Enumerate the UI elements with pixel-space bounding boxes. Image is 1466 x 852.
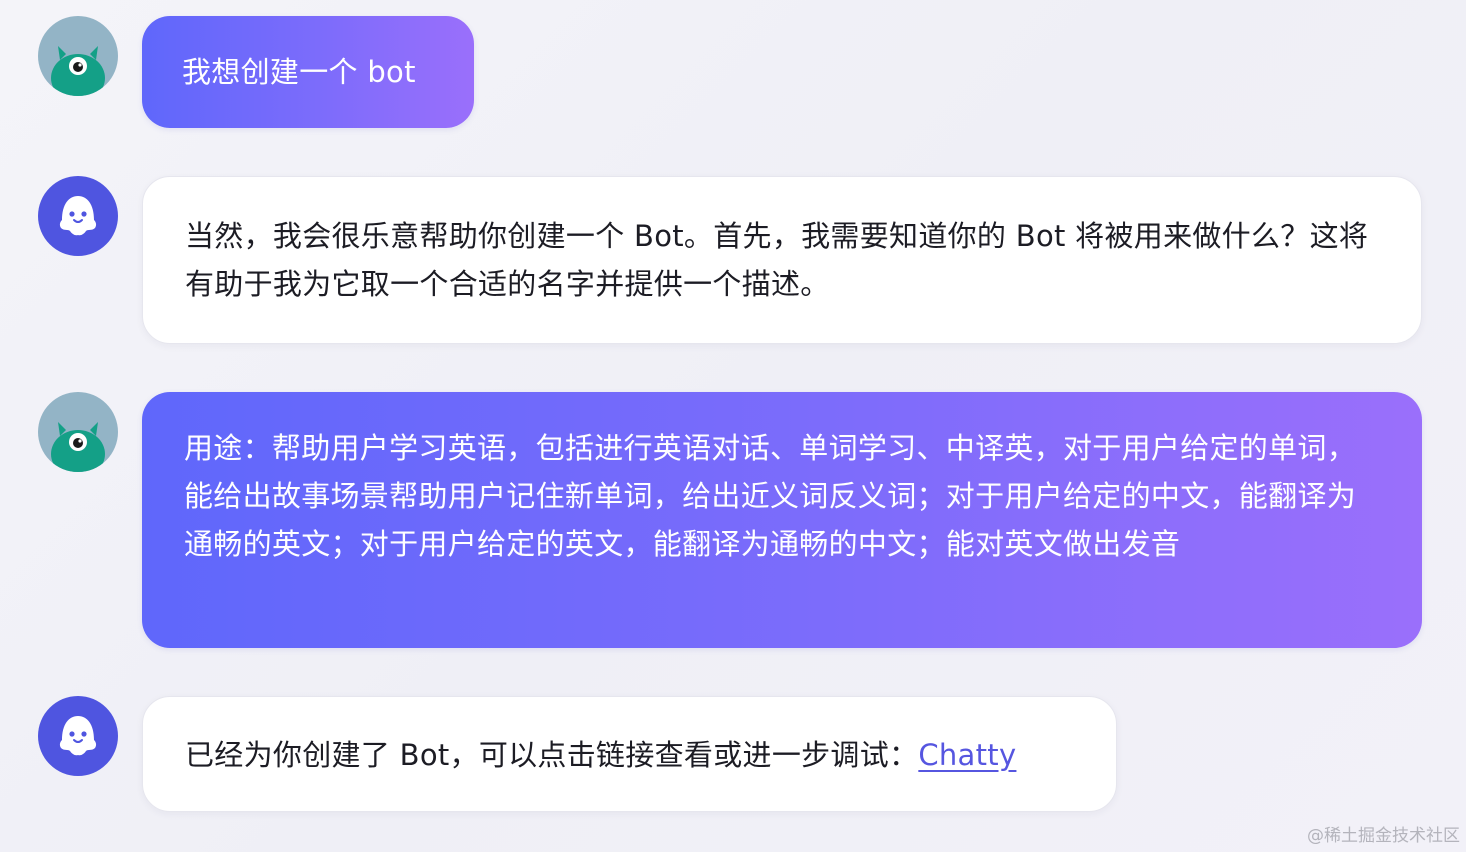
message-text: 当然，我会很乐意帮助你创建一个 Bot。首先，我需要知道你的 Bot 将被用来做…: [185, 219, 1369, 301]
monster-icon: [38, 16, 118, 96]
user-avatar[interactable]: [38, 16, 118, 96]
message-text: 我想创建一个 bot: [182, 55, 416, 89]
message-text: 用途：帮助用户学习英语，包括进行英语对话、单词学习、中译英，对于用户给定的单词，…: [184, 431, 1357, 561]
bot-avatar[interactable]: [38, 696, 118, 776]
watermark: @稀土掘金技术社区: [1307, 826, 1460, 846]
ghost-icon: [38, 176, 118, 256]
bot-avatar[interactable]: [38, 176, 118, 256]
user-message-bubble: 用途：帮助用户学习英语，包括进行英语对话、单词学习、中译英，对于用户给定的单词，…: [142, 392, 1422, 648]
message-text: 已经为你创建了 Bot，可以点击链接查看或进一步调试：: [185, 738, 919, 772]
user-message-bubble: 我想创建一个 bot: [142, 16, 474, 128]
assistant-message-bubble: 当然，我会很乐意帮助你创建一个 Bot。首先，我需要知道你的 Bot 将被用来做…: [142, 176, 1422, 344]
chatty-bot-link[interactable]: Chatty: [918, 738, 1016, 772]
monster-icon: [38, 392, 118, 472]
user-avatar[interactable]: [38, 392, 118, 472]
assistant-message-bubble: 已经为你创建了 Bot，可以点击链接查看或进一步调试：Chatty: [142, 696, 1117, 812]
ghost-icon: [38, 696, 118, 776]
